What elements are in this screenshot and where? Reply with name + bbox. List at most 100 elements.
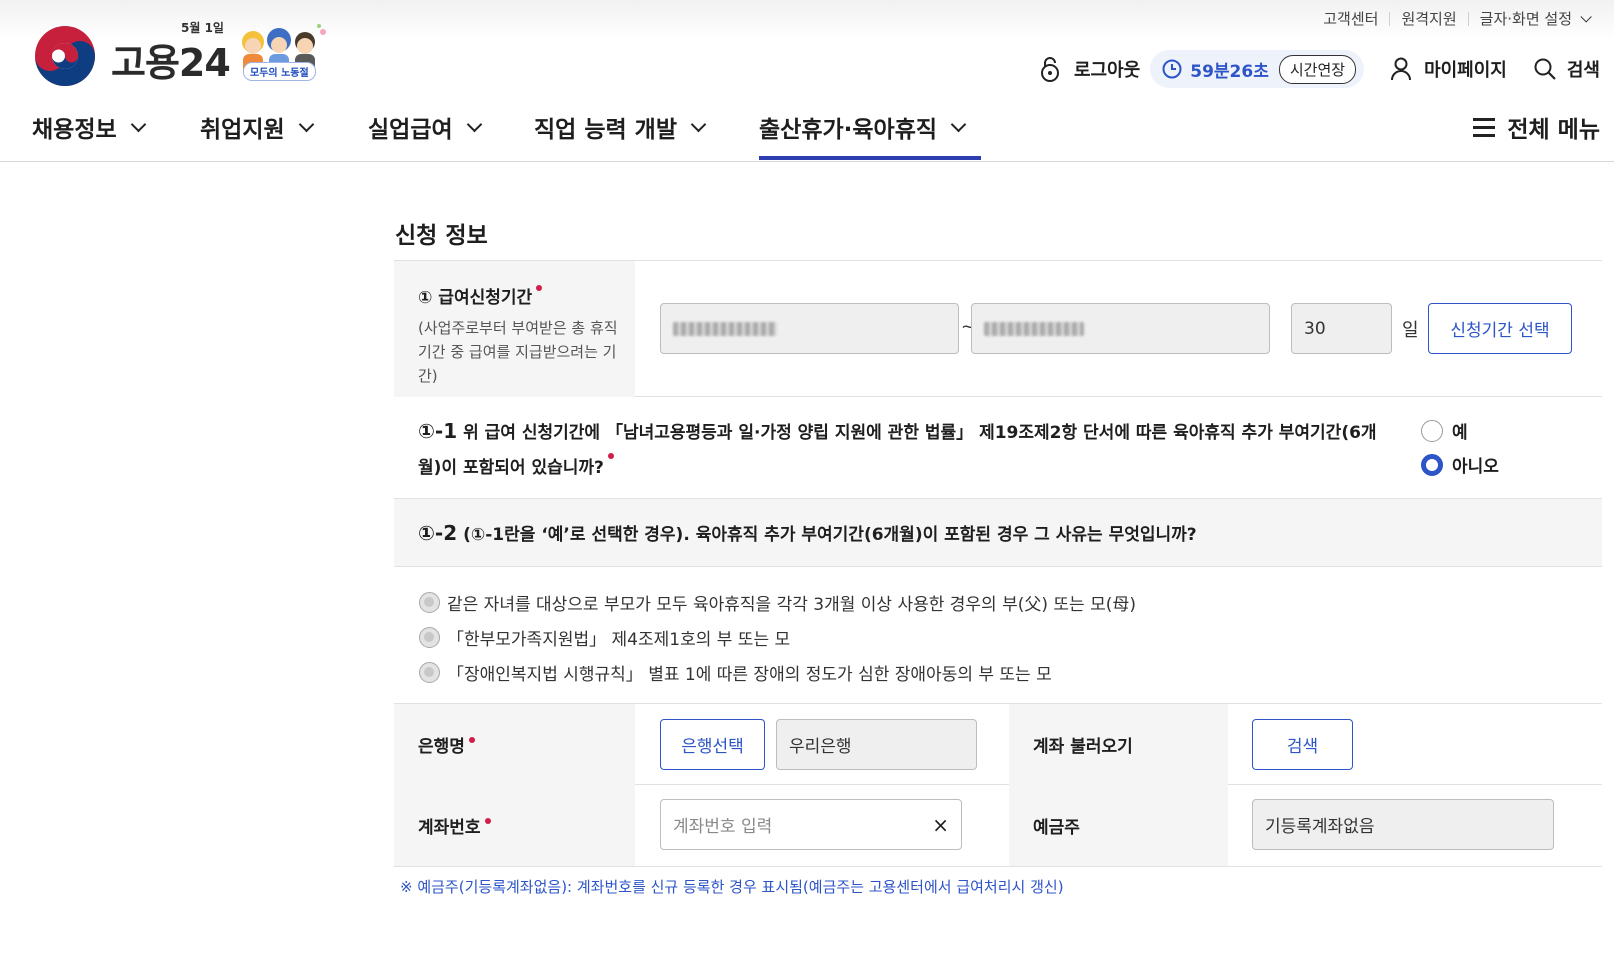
account-holder-note: ※ 예금주(기등록계좌없음): 계좌번호를 신규 등록한 경우 표시됨(예금주는… (400, 878, 1064, 896)
bank-name-value: 우리은행 (789, 737, 852, 757)
question-number: ①-2 (418, 521, 458, 545)
divider (1389, 11, 1391, 26)
period-days-value: 30 (1304, 318, 1326, 339)
remote-support-link[interactable]: 원격지원 (1401, 8, 1456, 29)
radio-disabled-icon (419, 592, 440, 613)
required-mark (484, 817, 491, 824)
question-number: ①-1 (418, 419, 458, 443)
period-label: ① 급여신청기간 (418, 283, 635, 308)
session-timer: 59분26초 시간연장 (1150, 50, 1365, 88)
reason-option-label: 「한부모가족지원법」 제4조제1호의 부 또는 모 (447, 630, 791, 650)
required-mark (607, 453, 614, 459)
redacted-date (984, 321, 1084, 336)
radio-circle-selected (1421, 453, 1443, 476)
extend-session-button[interactable]: 시간연장 (1278, 54, 1357, 84)
period-label-cell: ① 급여신청기간 (사업주로부터 부여받은 총 휴직기간 중 급여를 지급받으려… (394, 261, 635, 397)
utility-bar: 고객센터 원격지원 글자·화면 설정 (1323, 8, 1592, 29)
display-settings-link[interactable]: 글자·화면 설정 (1480, 8, 1572, 29)
account-holder-label-cell: 예금주 (1009, 785, 1228, 866)
period-end-field[interactable] (971, 303, 1270, 354)
bank-name-field: 우리은행 (776, 719, 977, 770)
reason-option-label: 「장애인복지법 시행규칙」 별표 1에 따른 장애의 정도가 심한 장애아동의 … (447, 665, 1052, 685)
search-label: 검색 (1566, 60, 1600, 81)
search-icon (1534, 58, 1556, 80)
chevron-down-icon (950, 116, 967, 132)
period-days-field[interactable]: 30 (1291, 303, 1392, 354)
logout-label: 로그아웃 (1074, 60, 1141, 81)
chevron-down-icon (130, 116, 146, 132)
radio-yes-label: 예 (1452, 423, 1468, 443)
section-title: 신청 정보 (395, 223, 488, 249)
days-unit: 일 (1402, 320, 1419, 341)
all-menu-button[interactable]: 전체 메뉴 (1473, 110, 1600, 144)
account-number-input[interactable]: 계좌번호 입력 × (660, 799, 962, 850)
customer-center-link[interactable]: 고객센터 (1323, 8, 1378, 29)
event-tag: 모두의 노동절 (243, 62, 316, 81)
user-icon (1391, 57, 1412, 81)
divider (1467, 11, 1469, 26)
clear-icon[interactable]: × (932, 813, 949, 837)
account-row: 계좌번호 계좌번호 입력 × 예금주 기등록계좌없음 (394, 785, 1602, 867)
clock-icon (1162, 59, 1182, 79)
site-logo[interactable]: 고용24 5월 1일 모두의 노동절 (33, 21, 333, 90)
chevron-down-icon (466, 116, 482, 132)
account-holder-label: 예금주 (1033, 818, 1080, 838)
account-number-placeholder: 계좌번호 입력 (673, 817, 773, 837)
reason-options: 같은 자녀를 대상으로 부모가 모두 육아휴직을 각각 3개월 이상 사용한 경… (419, 585, 1136, 690)
application-period-row: ① 급여신청기간 (사업주로부터 부여받은 총 휴직기간 중 급여를 지급받으려… (394, 260, 1602, 397)
nav-item-jobs[interactable]: 채용정보 (32, 110, 146, 144)
reason-option[interactable]: 「장애인복지법 시행규칙」 별표 1에 따른 장애의 정도가 심한 장애아동의 … (419, 655, 1136, 690)
event-date: 5월 1일 (181, 21, 224, 35)
chevron-down-icon (690, 116, 707, 132)
header-actions: 로그아웃 59분26초 시간연장 마이페이지 검색 (1038, 49, 1600, 89)
reason-option-label: 같은 자녀를 대상으로 부모가 모두 육아휴직을 각각 3개월 이상 사용한 경… (447, 595, 1136, 615)
nav-item-label: 직업 능력 개발 (534, 117, 677, 143)
nav-item-label: 채용정보 (32, 117, 117, 143)
select-bank-button[interactable]: 은행선택 (660, 719, 765, 770)
taegeuk-emblem-icon (35, 26, 95, 86)
brand-name: 고용24 (111, 41, 231, 85)
nav-item-vocational-training[interactable]: 직업 능력 개발 (534, 110, 707, 144)
chevron-down-icon (298, 116, 314, 132)
radio-circle (1421, 419, 1443, 442)
radio-disabled-icon (419, 627, 440, 648)
reason-option[interactable]: 같은 자녀를 대상으로 부모가 모두 육아휴직을 각각 3개월 이상 사용한 경… (419, 585, 1136, 620)
nav-item-unemployment-benefit[interactable]: 실업급여 (368, 110, 482, 144)
account-label-cell: 계좌번호 (394, 785, 635, 866)
lock-icon (1041, 57, 1059, 82)
bank-label-cell: 은행명 (394, 704, 635, 785)
radio-no[interactable]: 아니오 (1421, 452, 1499, 477)
nav-item-employment-support[interactable]: 취업지원 (200, 110, 314, 144)
all-menu-label: 전체 메뉴 (1507, 117, 1600, 143)
required-mark (536, 285, 543, 291)
radio-no-label: 아니오 (1452, 457, 1499, 477)
question-1-1: ①-1 위 급여 신청기간에 「남녀고용평등과 일·가정 양립 지원에 관한 법… (418, 414, 1378, 486)
search-link[interactable]: 검색 (1533, 56, 1600, 82)
select-period-button[interactable]: 신청기간 선택 (1428, 303, 1572, 354)
nav-item-label: 실업급여 (368, 117, 453, 143)
period-start-field[interactable] (660, 303, 959, 354)
required-mark (468, 736, 475, 743)
question-1-2-row: ①-2 (①-1란을 ‘예’로 선택한 경우). 육아휴직 추가 부여기간(6개… (394, 499, 1602, 567)
mypage-link[interactable]: 마이페이지 (1390, 56, 1507, 82)
reason-option[interactable]: 「한부모가족지원법」 제4조제1호의 부 또는 모 (419, 620, 1136, 655)
radio-disabled-icon (419, 662, 440, 683)
bank-row: 은행명 은행선택 우리은행 계좌 불러오기 검색 (394, 703, 1602, 785)
nav-item-label: 취업지원 (200, 117, 285, 143)
question-text: (①-1란을 ‘예’로 선택한 경우). 육아휴직 추가 부여기간(6개월)이 … (463, 525, 1197, 545)
redacted-date (673, 321, 777, 336)
account-label: 계좌번호 (418, 818, 481, 838)
hamburger-icon (1473, 118, 1496, 137)
nav-item-parental-leave[interactable]: 출산휴가·육아휴직 (759, 110, 967, 144)
question-1-2: ①-2 (①-1란을 ‘예’로 선택한 경우). 육아휴직 추가 부여기간(6개… (418, 520, 1197, 545)
radio-yes[interactable]: 예 (1421, 418, 1468, 443)
load-account-label: 계좌 불러오기 (1033, 737, 1133, 757)
session-time: 59분26초 (1190, 61, 1269, 82)
question-text: 위 급여 신청기간에 「남녀고용평등과 일·가정 양립 지원에 관한 법률」 제… (418, 423, 1377, 478)
load-account-label-cell: 계좌 불러오기 (1009, 704, 1228, 785)
mypage-label: 마이페이지 (1424, 60, 1507, 81)
account-search-button[interactable]: 검색 (1252, 719, 1353, 770)
main-nav: 채용정보 취업지원 실업급여 직업 능력 개발 출산휴가·육아휴직 전체 메뉴 (0, 96, 1614, 162)
logout-button[interactable]: 로그아웃 (1038, 56, 1140, 82)
active-nav-indicator (759, 156, 981, 160)
